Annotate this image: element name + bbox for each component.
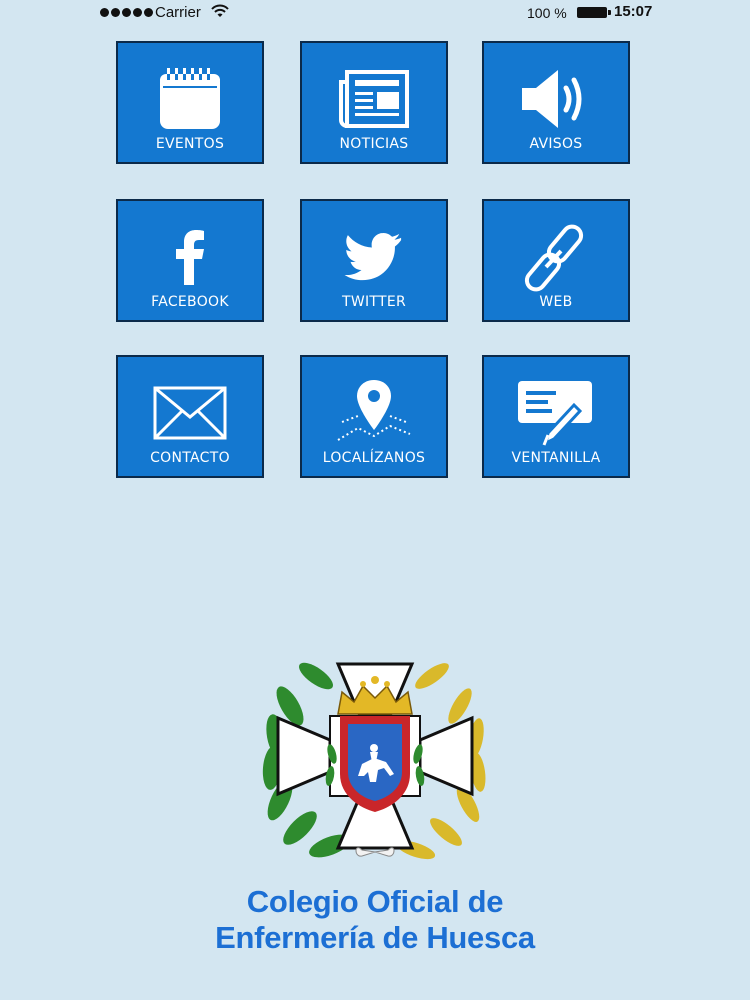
- tile-label: EVENTOS: [155, 136, 225, 152]
- organization-name-line-1: Colegio Oficial de: [246, 884, 504, 919]
- signal-strength-icon: [100, 8, 153, 17]
- tile-avisos[interactable]: AVISOS: [482, 41, 630, 164]
- chain-link-icon: [484, 221, 628, 293]
- tile-contacto[interactable]: CONTACTO: [116, 355, 264, 478]
- tile-label: AVISOS: [529, 136, 583, 152]
- organization-name: Colegio Oficial de Enfermería de Huesca: [190, 884, 560, 956]
- tile-ventanilla[interactable]: VENTANILLA: [482, 355, 630, 478]
- newspaper-icon: [302, 63, 446, 135]
- tile-label: NOTICIAS: [339, 136, 409, 152]
- battery-icon: [577, 7, 611, 18]
- tile-facebook[interactable]: FACEBOOK: [116, 199, 264, 322]
- tile-eventos[interactable]: EVENTOS: [116, 41, 264, 164]
- tile-label: FACEBOOK: [151, 294, 229, 310]
- envelope-icon: [118, 377, 262, 449]
- tile-web[interactable]: WEB: [482, 199, 630, 322]
- facebook-icon: [118, 221, 262, 293]
- tile-label: WEB: [539, 294, 573, 310]
- map-pin-icon: [302, 377, 446, 449]
- form-pen-icon: [484, 377, 628, 449]
- calendar-icon: [118, 63, 262, 135]
- organization-name-line-2: Enfermería de Huesca: [215, 920, 535, 955]
- tile-noticias[interactable]: NOTICIAS: [300, 41, 448, 164]
- battery-percentage: 100 %: [527, 5, 567, 21]
- status-bar: Carrier 100 % 15:07: [0, 0, 750, 26]
- tile-label: LOCALÍZANOS: [322, 450, 426, 466]
- tile-label: TWITTER: [341, 294, 407, 310]
- carrier-name: Carrier: [155, 4, 201, 21]
- speaker-icon: [484, 63, 628, 135]
- wifi-icon: [211, 4, 229, 22]
- tile-label: VENTANILLA: [511, 450, 601, 466]
- tile-twitter[interactable]: TWITTER: [300, 199, 448, 322]
- twitter-bird-icon: [302, 221, 446, 293]
- menu-grid: EVENTOS NOTICIAS AVISOS FACEBOOK TWITTER…: [116, 41, 636, 483]
- organization-crest-logo: [250, 636, 500, 876]
- tile-localizanos[interactable]: LOCALÍZANOS: [300, 355, 448, 478]
- tile-label: CONTACTO: [150, 450, 230, 466]
- status-time: 15:07: [614, 3, 653, 20]
